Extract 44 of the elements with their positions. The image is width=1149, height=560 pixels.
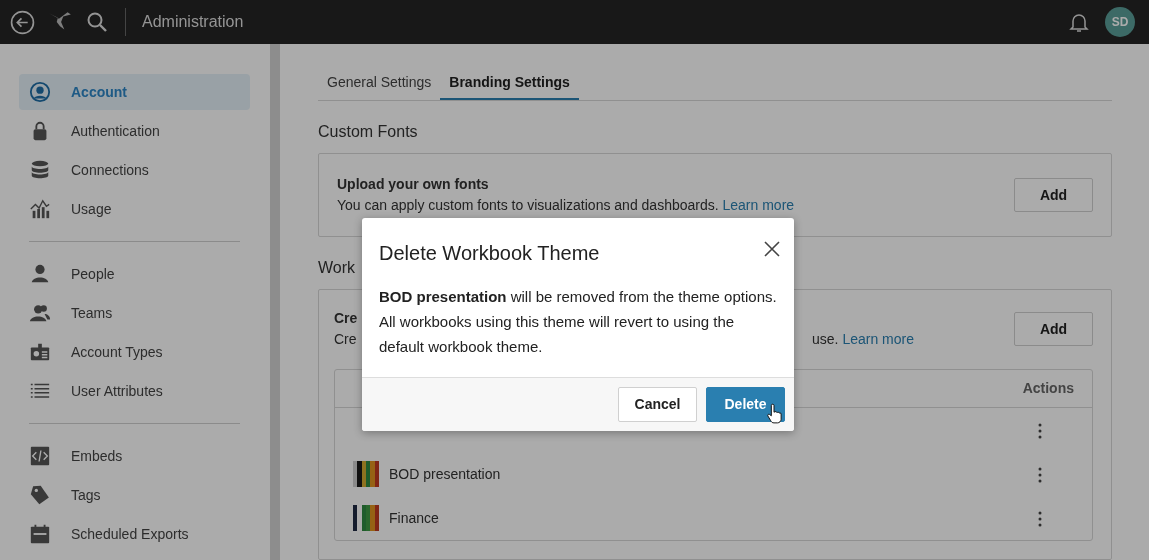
card-heading: Upload your own fonts (337, 176, 489, 192)
back-icon[interactable] (10, 9, 35, 35)
delete-button[interactable]: Delete (706, 387, 785, 422)
dialog-message: BOD presentation will be removed from the theme options. All workbooks using this theme will revert to using the default workbook theme. (378, 287, 778, 357)
column-header: Actions (1022, 379, 1074, 398)
sidebar-item[interactable]: Authentication (19, 113, 250, 149)
id-card-icon (29, 341, 51, 363)
section-title: Work (318, 258, 357, 278)
search-icon[interactable] (85, 10, 109, 34)
card-description: use. (811, 330, 839, 349)
theme-name: BOD presentation (389, 464, 501, 484)
sidebar-item[interactable]: Account Types (19, 334, 250, 370)
person-icon (29, 263, 51, 285)
sidebar-item[interactable]: Connections (19, 152, 250, 188)
sidebar-item[interactable]: Scheduled Exports (19, 516, 250, 552)
sidebar-item[interactable]: Tags (19, 477, 250, 513)
sidebar-item[interactable]: People (19, 256, 250, 292)
code-icon (29, 445, 51, 467)
database-icon (29, 159, 51, 181)
scrollbar[interactable] (270, 44, 280, 560)
add-button[interactable]: Add (1014, 178, 1093, 212)
tab[interactable]: Branding Settings (440, 70, 579, 100)
card-description: You can apply custom fonts to visualizations and dashboards. Learn more (337, 196, 796, 215)
tag-icon (29, 484, 51, 506)
sidebar-item[interactable]: Embeds (19, 438, 250, 474)
cancel-button[interactable]: Cancel (618, 387, 697, 422)
add-button[interactable]: Add (1014, 312, 1093, 346)
people-icon (29, 302, 51, 324)
sidebar-item[interactable]: Teams (19, 295, 250, 331)
dialog-title: Delete Workbook Theme (379, 241, 600, 266)
theme-name: Finance (389, 508, 439, 528)
chart-icon (29, 198, 51, 220)
learn-more-link[interactable]: Learn more (842, 329, 914, 350)
sidebar-item[interactable]: User Attributes (19, 373, 250, 409)
card-description: Cre (334, 330, 357, 349)
calendar-icon (29, 523, 51, 545)
pointer-cursor-icon (766, 403, 782, 425)
user-circle-icon (29, 81, 51, 103)
tab[interactable]: General Settings (318, 70, 441, 100)
page-title: Administration (142, 12, 244, 32)
learn-more-link[interactable]: Learn more (722, 197, 795, 213)
card-heading: Cre (334, 310, 358, 326)
section-title: Custom Fonts (318, 122, 419, 142)
sidebar-item[interactable]: Usage (19, 191, 250, 227)
